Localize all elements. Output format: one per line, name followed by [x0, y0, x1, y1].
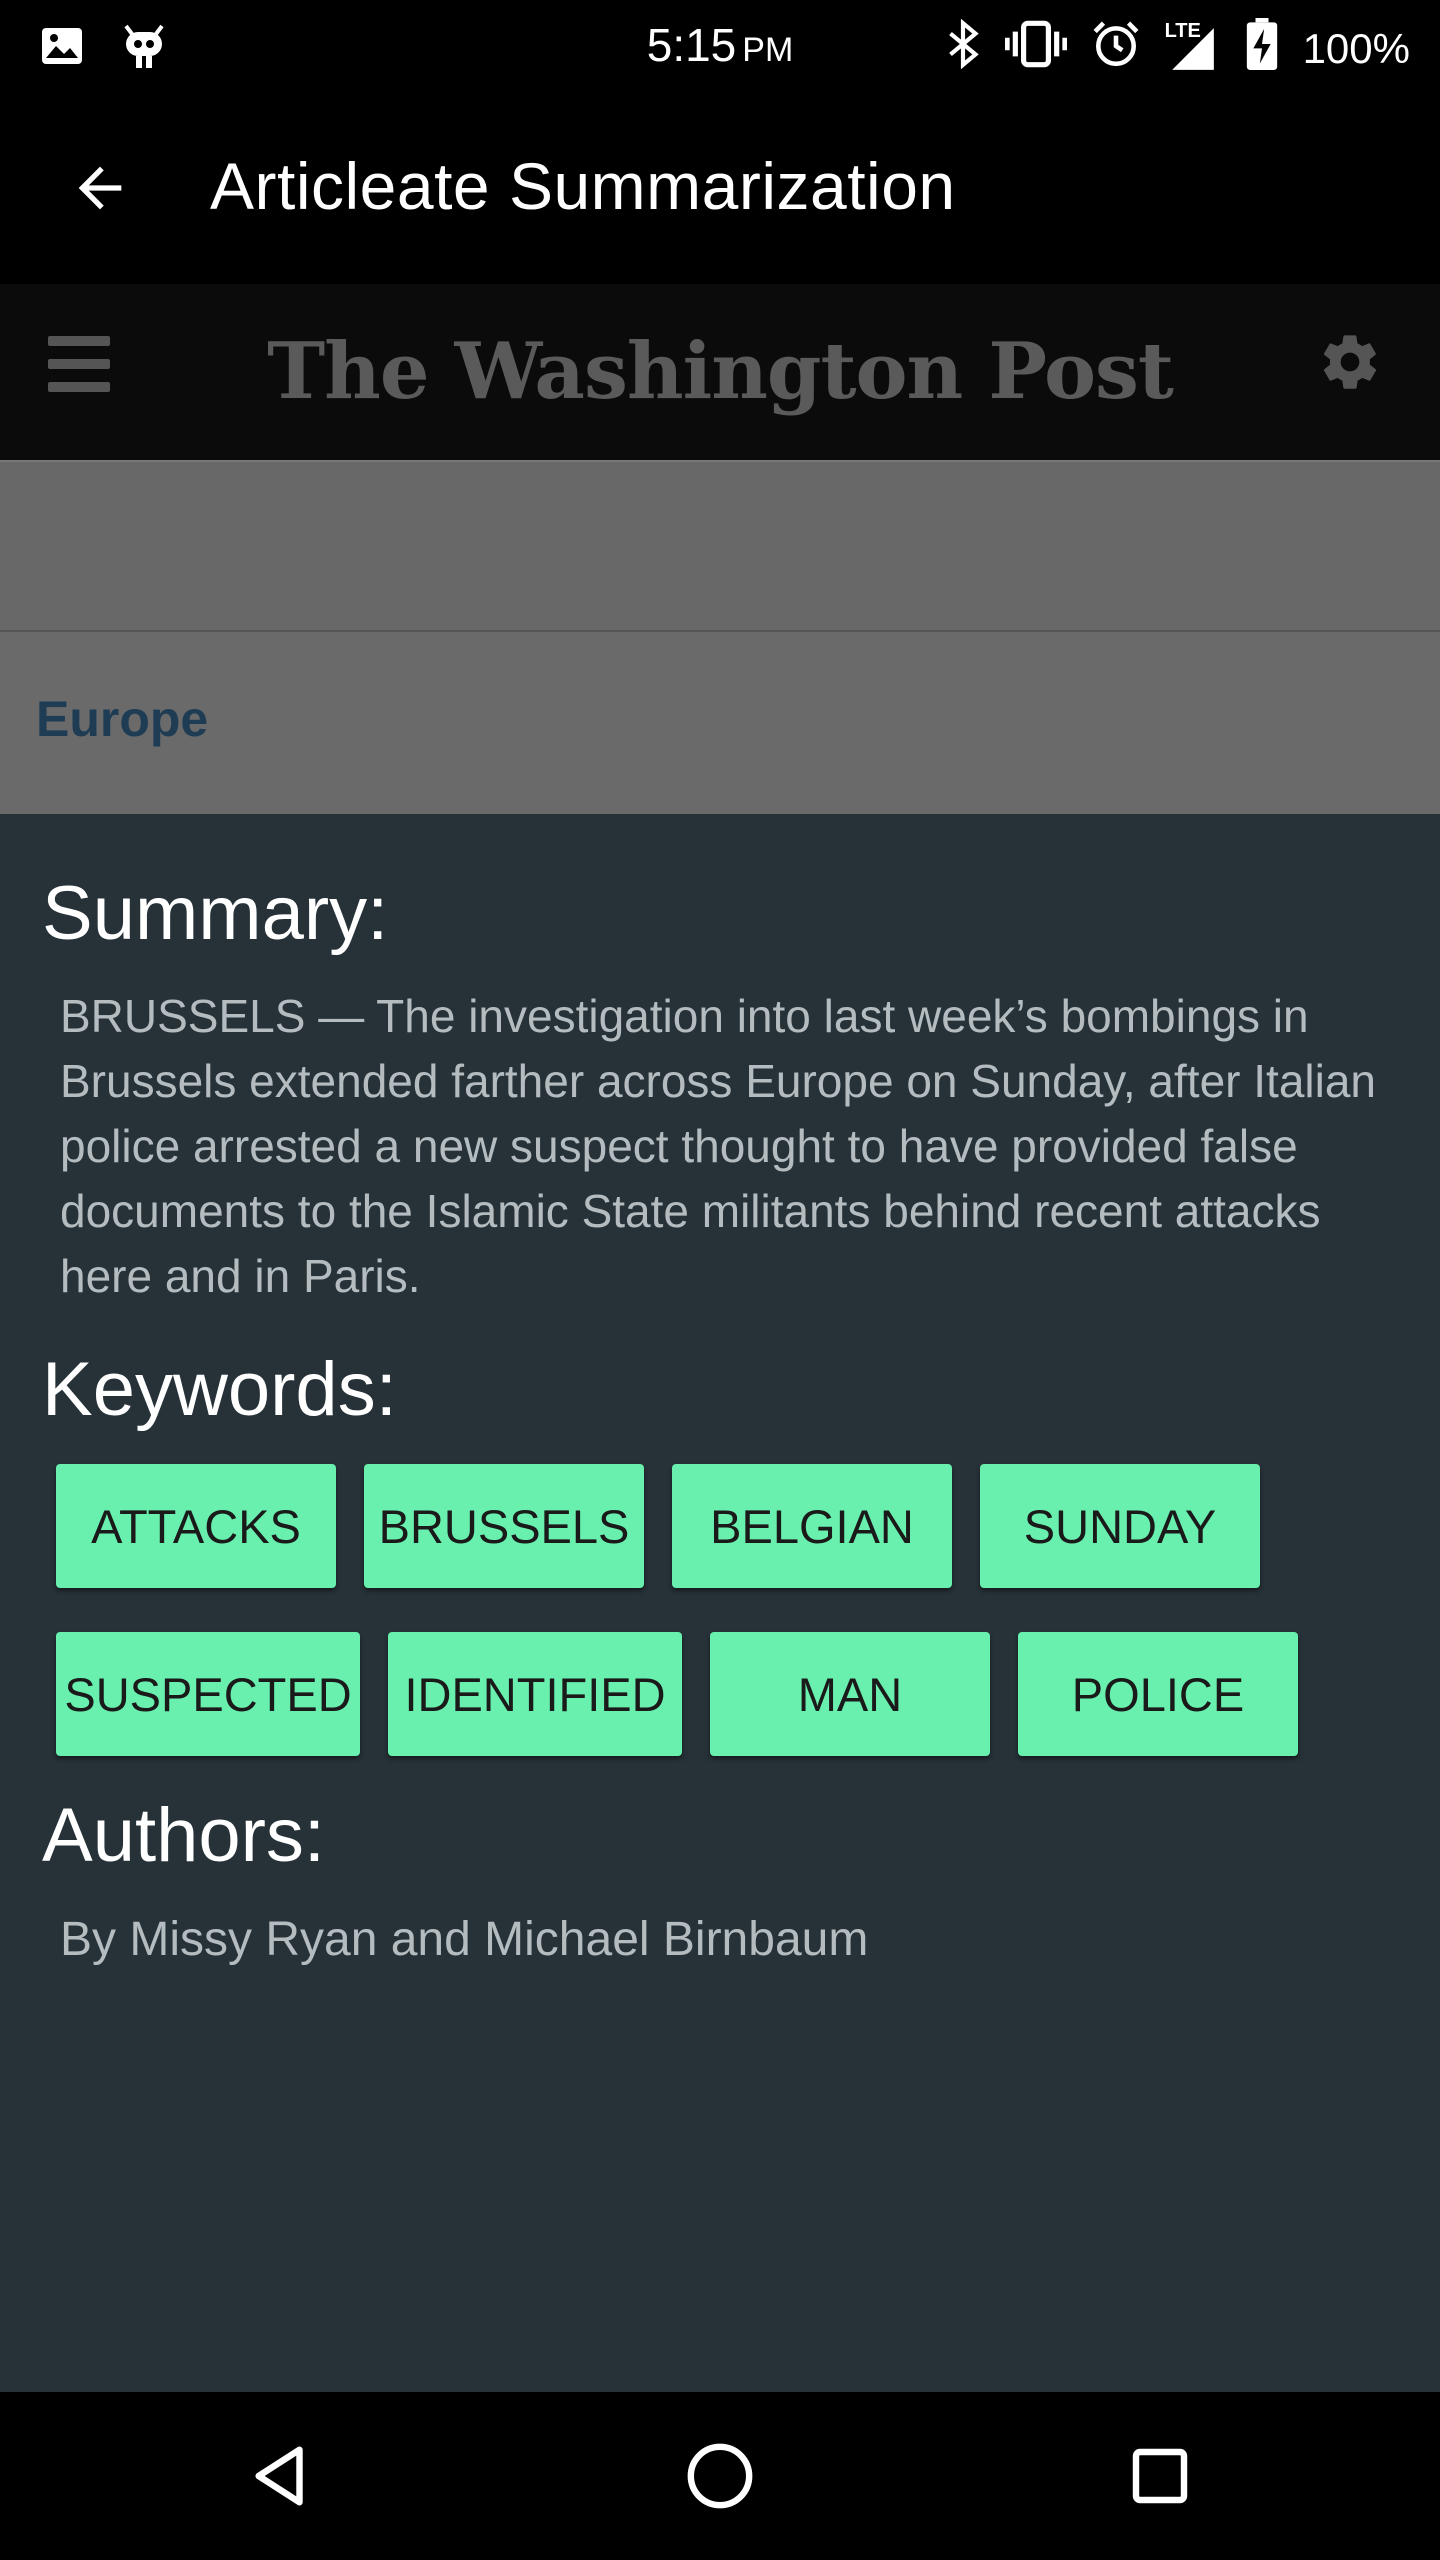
section-label[interactable]: Europe — [36, 690, 208, 748]
keyword-chip-sunday[interactable]: SUNDAY — [980, 1464, 1260, 1588]
summary-text: BRUSSELS — The investigation into last w… — [60, 990, 1377, 1302]
keyword-chip-police[interactable]: POLICE — [1018, 1632, 1298, 1756]
keyword-chip-suspected[interactable]: SUSPECTED — [56, 1632, 360, 1756]
keyword-chip-brussels[interactable]: BRUSSELS — [364, 1464, 644, 1588]
nav-home-button[interactable] — [670, 2426, 770, 2526]
summary-sheet: Summary: BRUSSELS — The investigation in… — [0, 814, 1440, 2392]
keywords-row-1: ATTACKS BRUSSELS BELGIAN SUNDAY — [56, 1464, 1260, 1588]
nav-recents-button[interactable] — [1110, 2426, 1210, 2526]
wp-header: The Washington Post — [0, 284, 1440, 460]
status-bar: 5:15 PM LTE 100% — [0, 0, 1440, 92]
vibrate-icon — [1004, 19, 1068, 79]
nav-back-button[interactable] — [232, 2426, 332, 2526]
alarm-icon — [1091, 19, 1141, 79]
bluetooth-icon — [945, 18, 981, 79]
battery-percent: 100% — [1302, 25, 1410, 72]
page-title: Articleate Summarization — [210, 149, 956, 223]
authors-text: By Missy Ryan and Michael Birnbaum — [60, 1913, 869, 1966]
wp-logo: The Washington Post — [267, 326, 1174, 417]
gear-icon[interactable] — [1318, 330, 1382, 399]
keyword-chip-identified[interactable]: IDENTIFIED — [388, 1632, 682, 1756]
signal-icon: LTE — [1165, 20, 1221, 74]
article-body: Europe — [0, 632, 1440, 814]
home-circle-icon — [687, 2443, 753, 2509]
keywords-heading: Keywords: — [42, 1347, 397, 1432]
keyword-chip-man[interactable]: MAN — [710, 1632, 990, 1756]
web-content: The Washington Post Europe — [0, 284, 1440, 814]
keywords-row-2: SUSPECTED IDENTIFIED MAN POLICE — [56, 1632, 1298, 1756]
back-triangle-icon — [255, 2446, 303, 2506]
keyword-chip-attacks[interactable]: ATTACKS — [56, 1464, 336, 1588]
back-button[interactable] — [50, 138, 150, 238]
ad-banner — [0, 460, 1440, 632]
authors-heading: Authors: — [42, 1793, 326, 1878]
navigation-bar — [0, 2392, 1440, 2560]
summary-heading: Summary: — [42, 871, 389, 956]
arrow-back-icon — [78, 166, 122, 210]
app-bar: Articleate Summarization — [0, 92, 1440, 284]
keyword-chip-belgian[interactable]: BELGIAN — [672, 1464, 952, 1588]
battery-charging-icon — [1245, 18, 1279, 80]
recents-square-icon — [1132, 2448, 1188, 2504]
